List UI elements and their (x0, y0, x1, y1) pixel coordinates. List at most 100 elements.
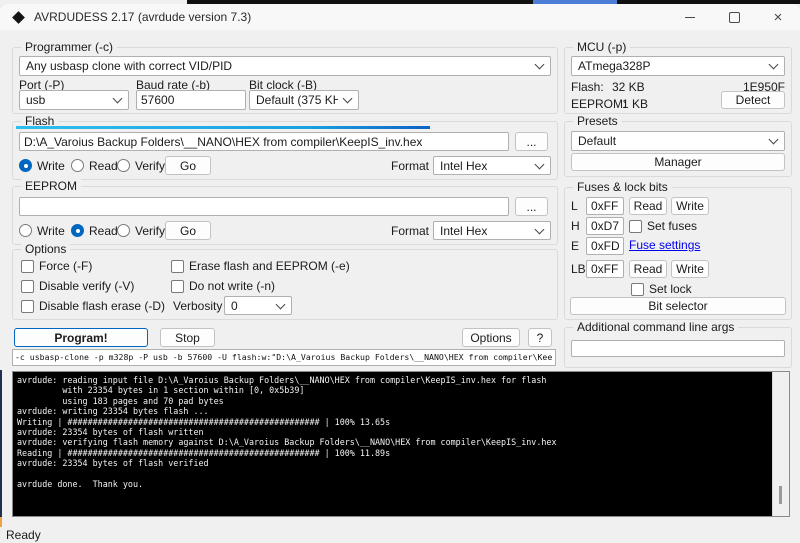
set-fuses-checkbox[interactable]: Set fuses (629, 218, 697, 234)
chevron-down-icon (534, 159, 545, 169)
chevron-down-icon (342, 93, 353, 104)
chevron-down-icon (534, 59, 545, 70)
fuses-group-label: Fuses & lock bits (573, 180, 672, 194)
flash-read-radio[interactable]: Read (71, 156, 118, 175)
port-select[interactable]: usb (19, 90, 129, 110)
set-lock-checkbox[interactable]: Set lock (631, 281, 692, 297)
eeprom-browse-button[interactable]: ... (515, 197, 548, 216)
minimize-icon (685, 16, 695, 18)
programmer-select[interactable]: Any usbasp clone with correct VID/PID (19, 56, 551, 76)
mcu-flash-label: Flash: (571, 80, 604, 94)
checkbox-icon (171, 259, 184, 273)
chevron-down-icon (768, 59, 779, 70)
eeprom-format-select[interactable]: Intel Hex (433, 221, 551, 240)
flash-format-label: Format (391, 159, 430, 173)
presets-group-label: Presets (573, 114, 622, 128)
erase-flash-eeprom-checkbox[interactable]: Erase flash and EEPROM (-e) (171, 258, 350, 274)
programmer-group-label: Programmer (-c) (21, 40, 118, 54)
verbosity-label: Verbosity (173, 299, 223, 313)
fuses-write-button[interactable]: Write (671, 197, 709, 215)
app-logo-icon (12, 10, 25, 24)
eeprom-format-label: Format (391, 224, 430, 238)
eeprom-verify-radio[interactable]: Verify (117, 221, 165, 240)
mcu-eeprom-label: EEPROM: (571, 97, 627, 111)
chevron-down-icon (112, 93, 123, 104)
extra-args-input[interactable] (571, 340, 785, 357)
console[interactable]: avrdude: reading input file D:\A_Varoius… (12, 371, 790, 517)
fuse-e-label: E (571, 239, 580, 253)
eeprom-file-input[interactable] (19, 197, 509, 216)
eeprom-go-button[interactable]: Go (165, 221, 211, 240)
eeprom-write-radio[interactable]: Write (19, 221, 65, 240)
flash-verify-radio[interactable]: Verify (117, 156, 165, 175)
baud-rate-input[interactable] (136, 90, 246, 110)
chevron-down-icon (275, 299, 286, 309)
preset-manager-button[interactable]: Manager (571, 153, 785, 171)
options-group: Options Force (-F) Disable verify (-V) D… (12, 242, 558, 320)
scrollbar-thumb[interactable] (779, 486, 782, 504)
programmer-group: Programmer (-c) Any usbasp clone with co… (12, 40, 558, 114)
fuse-e-input[interactable] (586, 237, 624, 255)
flash-browse-button[interactable]: ... (515, 132, 548, 151)
radio-checked-icon (19, 159, 32, 172)
do-not-write-checkbox[interactable]: Do not write (-n) (171, 278, 275, 294)
lock-write-button[interactable]: Write (671, 260, 709, 278)
mcu-group-label: MCU (-p) (573, 40, 631, 54)
extra-args-group-label: Additional command line args (573, 320, 739, 334)
bit-clock-select[interactable]: Default (375 KHz) (249, 90, 359, 110)
window-controls: × (668, 4, 800, 30)
console-output: avrdude: reading input file D:\A_Varoius… (17, 375, 557, 490)
bit-selector-button[interactable]: Bit selector (570, 297, 786, 315)
command-preview[interactable]: -c usbasp-clone -p m328p -P usb -b 57600… (12, 349, 556, 366)
presets-group: Presets Default Manager (564, 114, 792, 177)
checkbox-icon (21, 279, 34, 293)
verbosity-select[interactable]: 0 (224, 296, 292, 315)
console-scrollbar[interactable] (772, 372, 789, 516)
disable-verify-checkbox[interactable]: Disable verify (-V) (21, 278, 134, 294)
checkbox-icon (21, 299, 34, 313)
mcu-select[interactable]: ATmega328P (571, 56, 785, 76)
help-button[interactable]: ? (528, 328, 552, 347)
eeprom-group: EEPROM ... Write Read Verify Go Format I… (12, 179, 558, 245)
fuse-l-input[interactable] (586, 197, 624, 215)
titlebar[interactable]: AVRDUDESS 2.17 (avrdude version 7.3) × (0, 4, 800, 30)
flash-progress-bar (16, 126, 430, 129)
background-left-edge (0, 370, 2, 518)
status-bar: Ready (0, 527, 800, 543)
program-button[interactable]: Program! (14, 328, 148, 347)
radio-icon (71, 159, 84, 172)
flash-format-select[interactable]: Intel Hex (433, 156, 551, 175)
checkbox-icon (21, 259, 34, 273)
minimize-button[interactable] (668, 4, 712, 30)
maximize-button[interactable] (712, 4, 756, 30)
flash-go-button[interactable]: Go (165, 156, 211, 175)
options-button[interactable]: Options (462, 328, 520, 347)
detect-button[interactable]: Detect (721, 91, 785, 109)
lock-bits-input[interactable] (586, 260, 624, 278)
fuse-l-label: L (571, 199, 578, 213)
fuses-group: Fuses & lock bits L Read Write H Set fus… (564, 180, 792, 320)
flash-file-input[interactable] (19, 132, 509, 151)
radio-icon (117, 159, 130, 172)
radio-icon (117, 224, 130, 237)
close-button[interactable]: × (756, 4, 800, 30)
lock-read-button[interactable]: Read (629, 260, 667, 278)
chevron-down-icon (534, 224, 545, 234)
mcu-eeprom-size: 1 KB (622, 97, 649, 111)
fuse-h-label: H (571, 219, 580, 233)
window-title: AVRDUDESS 2.17 (avrdude version 7.3) (34, 10, 252, 24)
stop-button[interactable]: Stop (160, 328, 215, 347)
disable-flash-erase-checkbox[interactable]: Disable flash erase (-D) (21, 298, 165, 314)
checkbox-icon (171, 279, 184, 293)
lock-bits-label: LB (571, 262, 586, 276)
flash-write-radio[interactable]: Write (19, 156, 65, 175)
fuse-settings-link[interactable]: Fuse settings (629, 238, 700, 252)
force-checkbox[interactable]: Force (-F) (21, 258, 92, 274)
eeprom-group-label: EEPROM (21, 179, 82, 193)
fuse-h-input[interactable] (586, 217, 624, 235)
fuses-read-button[interactable]: Read (629, 197, 667, 215)
radio-icon (19, 224, 32, 237)
presets-select[interactable]: Default (571, 131, 785, 151)
radio-checked-icon (71, 224, 84, 237)
eeprom-read-radio[interactable]: Read (71, 221, 118, 240)
